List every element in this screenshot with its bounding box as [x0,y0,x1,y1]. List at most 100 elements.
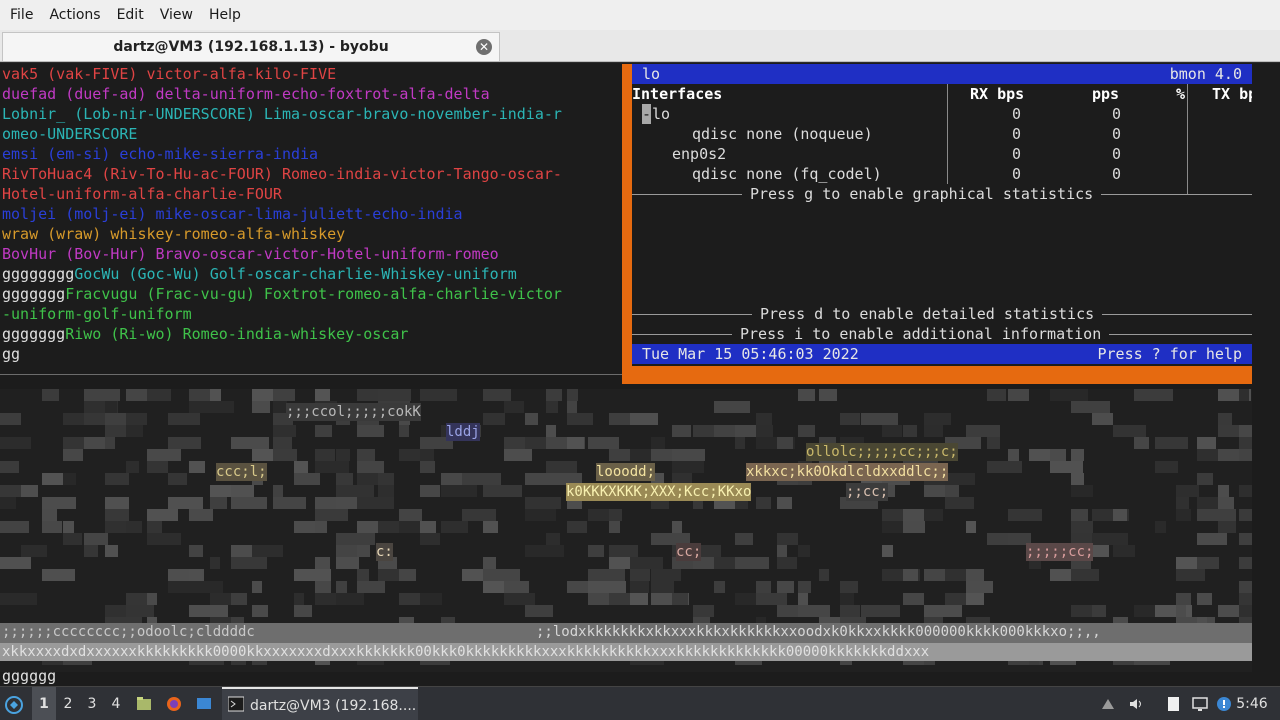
irc-line: gg [2,345,21,363]
irc-line: vak5 (vak-FIVE) victor-alfa-kilo-FIVE [2,65,337,83]
start-menu-icon[interactable] [4,695,24,715]
volume-icon[interactable] [1128,696,1144,712]
file-manager-icon[interactable] [136,696,152,712]
ascii-texture-block [1050,449,1066,461]
ascii-texture-block [1071,473,1084,485]
ascii-texture-block [315,425,332,437]
ascii-texture-block [756,497,771,509]
ascii-texture-block [315,461,349,473]
ascii-texture-block [588,545,604,557]
ascii-texture-block [1239,533,1252,545]
terminal-view[interactable]: vak5 (vak-FIVE) victor-alfa-kilo-FIVE due… [0,63,1280,686]
ascii-texture-block [1155,437,1188,449]
update-notifier-icon[interactable] [1216,696,1232,712]
ascii-texture-block [315,557,330,569]
ascii-texture-block [756,413,772,425]
rx-bps-value: 0 [1012,105,1022,123]
ascii-texture-block [252,389,275,401]
network-icon[interactable] [1100,696,1116,712]
ascii-texture-block [903,521,925,533]
col-rx-bps: RX bps [970,85,1025,103]
ascii-texture-block [0,521,29,533]
ascii-texture-block [210,497,227,509]
ascii-texture-block [273,449,297,461]
ascii-texture-block [105,401,117,413]
ascii-texture-block [315,581,331,593]
ascii-texture-block [105,545,118,557]
ascii-texture-block [231,593,247,605]
ascii-texture-block [336,449,350,461]
ascii-texture-block [735,437,745,449]
ascii-texture-block [1008,449,1019,461]
ascii-texture-block [1239,593,1252,605]
interface-row[interactable]: qdisc none (noqueue) 0 0 [632,124,1252,144]
pps-value: 0 [1112,105,1122,123]
ascii-texture-block [336,581,347,593]
ascii-texture-block [525,497,561,509]
interface-row[interactable]: qdisc none (fq_codel) 0 0 [632,164,1252,184]
ascii-texture-block [1239,449,1252,461]
desktop-icon[interactable] [196,696,212,712]
ascii-texture-block [189,545,203,557]
ascii-texture-block [420,485,440,497]
irc-line: ggggggggGocWu (Goc-Wu) Golf-oscar-charli… [2,265,517,283]
ascii-text-fragment: looodd; [596,463,656,481]
ascii-texture-block [546,401,558,413]
ascii-texture-block [315,521,327,533]
ascii-texture-block [567,401,577,413]
ascii-texture-block [1239,485,1252,497]
menu-help[interactable]: Help [201,0,249,30]
workspace-1[interactable]: 1 [32,687,56,720]
ascii-texture-block [84,545,98,557]
ascii-texture-block [63,473,76,485]
ascii-texture-block [1176,593,1191,605]
ascii-texture-block [315,449,335,461]
ascii-texture-block [378,473,394,485]
interface-row[interactable]: - lo 0 0 [632,104,1252,124]
shell-prompt[interactable]: gggggg [2,666,56,686]
ascii-texture-block [609,521,620,533]
bmon-status-bar: Tue Mar 15 05:46:03 2022 Press ? for hel… [632,344,1252,364]
irc-line: duefad (duef-ad) delta-uniform-echo-foxt… [2,85,490,103]
taskbar-terminal-button[interactable]: dartz@VM3 (192.168.... [222,687,418,720]
ascii-texture-block [1176,557,1197,569]
ascii-texture-block [1218,497,1234,509]
ascii-texture-block [1008,509,1042,521]
interface-row[interactable]: enp0s2 0 0 [632,144,1252,164]
ascii-texture-block [777,581,794,593]
files-tray-icon[interactable] [1166,696,1182,712]
ascii-texture-block [0,437,31,449]
ascii-texture-block [567,389,578,401]
menu-actions[interactable]: Actions [41,0,108,30]
ascii-texture-block [294,569,331,581]
display-icon[interactable] [1192,696,1208,712]
workspace-3[interactable]: 3 [80,687,104,720]
ascii-texture-block [756,581,771,593]
clock[interactable]: 5:46 [1232,687,1272,720]
ascii-texture-block [1239,581,1252,593]
ascii-texture-block [1197,533,1227,545]
workspace-4[interactable]: 4 [104,687,128,720]
ascii-texture-block [315,389,330,401]
workspace-2[interactable]: 2 [56,687,80,720]
ascii-texture-block [483,557,496,569]
menu-edit[interactable]: Edit [109,0,152,30]
ascii-texture-block [357,425,384,437]
bmon-window[interactable]: lo bmon 4.0 Interfaces RX bps pps % TX b… [632,64,1252,366]
ascii-texture-block [189,461,205,473]
irc-line: gggggggFracvugu (Frac-vu-gu) Foxtrot-rom… [2,285,562,303]
rx-bps-value: 0 [1012,165,1022,183]
close-tab-icon[interactable]: ✕ [476,39,492,55]
ascii-texture-block [1176,485,1199,497]
menu-view[interactable]: View [152,0,201,30]
irc-line: RivToHuac4 (Riv-To-Hu-ac-FOUR) Romeo-ind… [2,165,562,183]
terminal-tab[interactable]: dartz@VM3 (192.168.1.13) - byobu ✕ [2,32,500,61]
ascii-texture-block [1092,533,1128,545]
ascii-texture-block [42,389,59,401]
bmon-title-bar: lo bmon 4.0 [632,64,1252,84]
menu-file[interactable]: File [2,0,41,30]
firefox-icon[interactable] [166,696,182,712]
ascii-text-fragment: cc; [676,543,702,561]
ascii-texture-block [483,413,505,425]
interface-name: qdisc none (noqueue) [692,125,873,143]
